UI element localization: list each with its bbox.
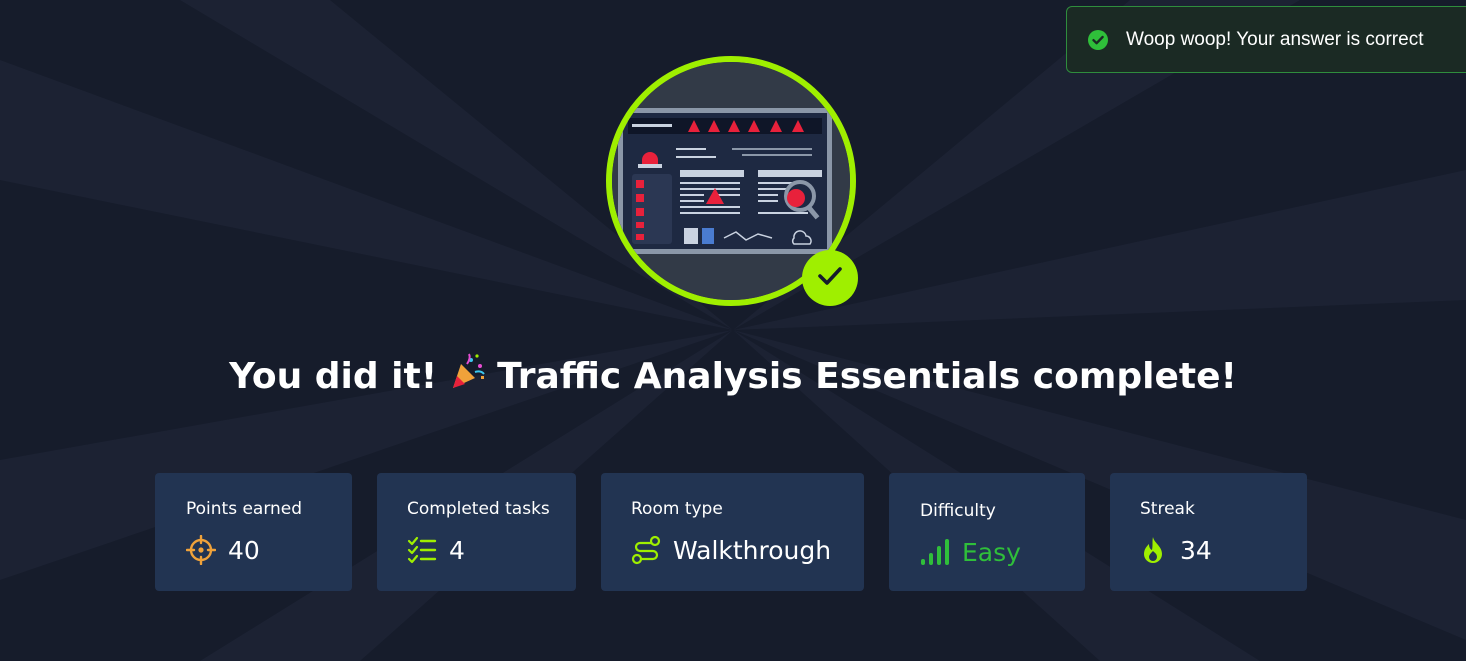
stat-card-room-type: Room type Walkthrough <box>601 473 864 591</box>
stat-value: 34 <box>1180 535 1212 565</box>
stat-value: Easy <box>962 537 1021 567</box>
stat-value: 40 <box>228 535 260 565</box>
stat-label: Streak <box>1140 499 1195 519</box>
stat-label: Difficulty <box>920 501 996 521</box>
crosshair-icon <box>186 535 216 565</box>
stat-label: Completed tasks <box>407 499 550 519</box>
headline-room-complete: Traffic Analysis Essentials complete! <box>497 356 1237 397</box>
stat-label: Room type <box>631 499 723 519</box>
check-icon <box>817 266 843 290</box>
completed-check-badge <box>802 250 858 306</box>
completion-headline: You did it! Traffic Analysis Essentials … <box>0 352 1466 401</box>
route-icon <box>631 535 661 565</box>
checklist-icon <box>407 535 437 565</box>
headline-prefix: You did it! <box>229 356 438 397</box>
stat-card-streak: Streak 34 <box>1110 473 1307 591</box>
stat-value: 4 <box>449 535 465 565</box>
party-popper-icon <box>447 352 487 401</box>
stat-label: Points earned <box>186 499 303 519</box>
toast-message: Woop woop! Your answer is correct <box>1126 28 1424 50</box>
signal-bars-icon <box>920 537 950 567</box>
stat-card-completed-tasks: Completed tasks 4 <box>377 473 576 591</box>
flame-icon <box>1138 535 1168 565</box>
check-circle-icon <box>1087 29 1109 51</box>
success-toast[interactable]: Woop woop! Your answer is correct <box>1066 6 1466 73</box>
room-badge <box>606 56 858 306</box>
stat-card-difficulty: Difficulty Easy <box>889 473 1085 591</box>
stat-card-points: Points earned 40 <box>155 473 352 591</box>
stat-value: Walkthrough <box>673 535 832 565</box>
